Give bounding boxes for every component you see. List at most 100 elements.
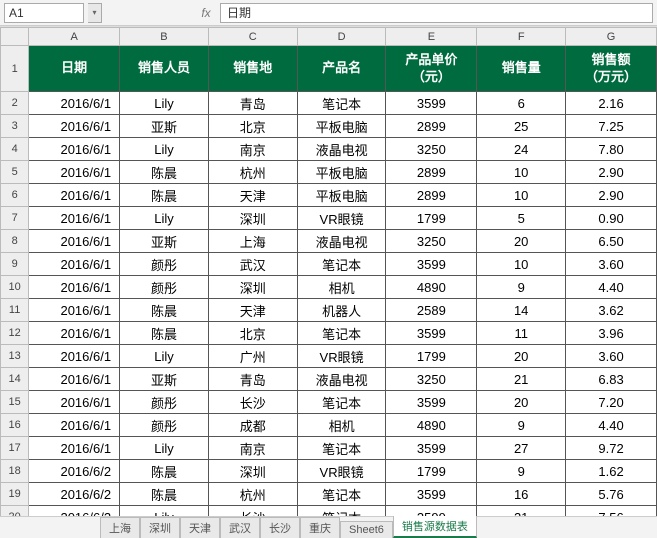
sheet-tab[interactable]: 销售源数据表 (393, 515, 477, 538)
data-cell[interactable]: 杭州 (208, 161, 297, 184)
data-cell[interactable]: 10 (477, 161, 566, 184)
row-header[interactable]: 3 (1, 115, 29, 138)
header-cell[interactable]: 产品单价 （元） (386, 46, 477, 92)
data-cell[interactable]: Lily (120, 345, 209, 368)
row-header[interactable]: 19 (1, 483, 29, 506)
data-cell[interactable]: 笔记本 (297, 92, 386, 115)
data-cell[interactable]: 笔记本 (297, 253, 386, 276)
col-header[interactable]: B (120, 28, 209, 46)
data-cell[interactable]: 2016/6/1 (29, 138, 120, 161)
data-cell[interactable]: 16 (477, 483, 566, 506)
data-cell[interactable]: 武汉 (208, 253, 297, 276)
col-header[interactable]: A (29, 28, 120, 46)
data-cell[interactable]: 天津 (208, 184, 297, 207)
data-cell[interactable]: 14 (477, 299, 566, 322)
data-cell[interactable]: 2016/6/1 (29, 184, 120, 207)
header-cell[interactable]: 产品名 (297, 46, 386, 92)
header-cell[interactable]: 日期 (29, 46, 120, 92)
data-cell[interactable]: 6.50 (566, 230, 657, 253)
data-cell[interactable]: 2.90 (566, 161, 657, 184)
data-cell[interactable]: 3599 (386, 437, 477, 460)
data-cell[interactable]: 平板电脑 (297, 184, 386, 207)
data-cell[interactable]: 3599 (386, 483, 477, 506)
data-cell[interactable]: 青岛 (208, 92, 297, 115)
data-cell[interactable]: 平板电脑 (297, 115, 386, 138)
col-header[interactable]: C (208, 28, 297, 46)
data-cell[interactable]: 笔记本 (297, 483, 386, 506)
data-cell[interactable]: 25 (477, 115, 566, 138)
row-header[interactable]: 16 (1, 414, 29, 437)
formula-input[interactable]: 日期 (220, 3, 653, 23)
sheet-tab[interactable]: 长沙 (260, 517, 300, 538)
row-header[interactable]: 6 (1, 184, 29, 207)
data-cell[interactable]: 深圳 (208, 460, 297, 483)
data-cell[interactable]: 深圳 (208, 207, 297, 230)
data-cell[interactable]: 3.62 (566, 299, 657, 322)
data-cell[interactable]: 10 (477, 184, 566, 207)
data-cell[interactable]: 颜彤 (120, 414, 209, 437)
data-cell[interactable]: 5.76 (566, 483, 657, 506)
data-cell[interactable]: 2016/6/1 (29, 322, 120, 345)
data-cell[interactable]: 南京 (208, 138, 297, 161)
data-cell[interactable]: 广州 (208, 345, 297, 368)
data-cell[interactable]: 7.80 (566, 138, 657, 161)
data-cell[interactable]: 4.40 (566, 276, 657, 299)
row-header[interactable]: 9 (1, 253, 29, 276)
data-cell[interactable]: 液晶电视 (297, 230, 386, 253)
worksheet-grid[interactable]: A B C D E F G 1日期销售人员销售地产品名产品单价 （元）销售量销售… (0, 26, 657, 516)
data-cell[interactable]: 2016/6/2 (29, 506, 120, 517)
data-cell[interactable]: 2016/6/1 (29, 161, 120, 184)
data-cell[interactable]: 液晶电视 (297, 368, 386, 391)
data-cell[interactable]: 3250 (386, 368, 477, 391)
data-cell[interactable]: 2.90 (566, 184, 657, 207)
data-cell[interactable]: 5 (477, 207, 566, 230)
data-cell[interactable]: VR眼镜 (297, 345, 386, 368)
data-cell[interactable]: 7.56 (566, 506, 657, 517)
data-cell[interactable]: 2899 (386, 161, 477, 184)
data-cell[interactable]: 笔记本 (297, 322, 386, 345)
data-cell[interactable]: 3599 (386, 391, 477, 414)
header-cell[interactable]: 销售量 (477, 46, 566, 92)
data-cell[interactable]: 2589 (386, 299, 477, 322)
data-cell[interactable]: 北京 (208, 115, 297, 138)
sheet-tab[interactable]: 深圳 (140, 517, 180, 538)
data-cell[interactable]: 20 (477, 391, 566, 414)
data-cell[interactable]: 2016/6/1 (29, 230, 120, 253)
data-cell[interactable]: 2016/6/1 (29, 345, 120, 368)
data-cell[interactable]: 20 (477, 345, 566, 368)
data-cell[interactable]: 陈晨 (120, 322, 209, 345)
row-header[interactable]: 7 (1, 207, 29, 230)
data-cell[interactable]: 11 (477, 322, 566, 345)
data-cell[interactable]: 9.72 (566, 437, 657, 460)
data-cell[interactable]: 2899 (386, 115, 477, 138)
data-cell[interactable]: 青岛 (208, 368, 297, 391)
data-cell[interactable]: 上海 (208, 230, 297, 253)
data-cell[interactable]: 4890 (386, 414, 477, 437)
data-cell[interactable]: 6 (477, 92, 566, 115)
data-cell[interactable]: 亚斯 (120, 230, 209, 253)
data-cell[interactable]: Lily (120, 207, 209, 230)
row-header[interactable]: 4 (1, 138, 29, 161)
row-header[interactable]: 2 (1, 92, 29, 115)
sheet-tab[interactable]: 天津 (180, 517, 220, 538)
data-cell[interactable]: 3599 (386, 322, 477, 345)
data-cell[interactable]: 4.40 (566, 414, 657, 437)
data-cell[interactable]: 成都 (208, 414, 297, 437)
data-cell[interactable]: 笔记本 (297, 391, 386, 414)
data-cell[interactable]: 陈晨 (120, 299, 209, 322)
data-cell[interactable]: 6.83 (566, 368, 657, 391)
row-header[interactable]: 10 (1, 276, 29, 299)
data-cell[interactable]: 2016/6/1 (29, 253, 120, 276)
data-cell[interactable]: VR眼镜 (297, 460, 386, 483)
sheet-tab[interactable]: Sheet6 (340, 521, 393, 538)
data-cell[interactable]: 2899 (386, 184, 477, 207)
data-cell[interactable]: 2016/6/1 (29, 299, 120, 322)
row-header[interactable]: 13 (1, 345, 29, 368)
data-cell[interactable]: 0.90 (566, 207, 657, 230)
data-cell[interactable]: 笔记本 (297, 506, 386, 517)
select-all-corner[interactable] (1, 28, 29, 46)
row-header[interactable]: 1 (1, 46, 29, 92)
data-cell[interactable]: 北京 (208, 322, 297, 345)
data-cell[interactable]: 9 (477, 414, 566, 437)
data-cell[interactable]: 27 (477, 437, 566, 460)
